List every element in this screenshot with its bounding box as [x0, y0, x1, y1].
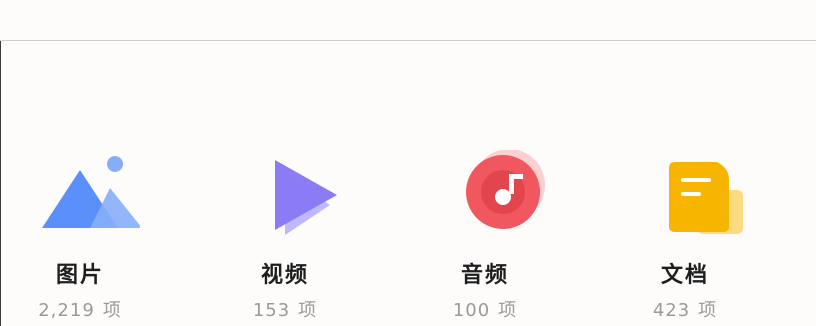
- count-value: 423: [652, 300, 691, 321]
- count-unit: 项: [498, 300, 518, 321]
- count-value: 2,219: [38, 300, 95, 321]
- image-icon: [0, 150, 160, 240]
- video-play-icon: [205, 150, 365, 240]
- category-audio[interactable]: 音频 100 项: [405, 150, 565, 326]
- music-disc-icon: [405, 150, 565, 240]
- category-count: 423 项: [605, 296, 765, 322]
- count-unit: 项: [298, 300, 318, 321]
- category-videos[interactable]: 视频 153 项: [205, 150, 365, 326]
- category-count: 153 项: [205, 296, 365, 322]
- count-unit: 项: [698, 300, 718, 321]
- category-images[interactable]: 图片 2,219 项: [0, 150, 160, 326]
- category-label: 音频: [460, 262, 509, 288]
- category-documents[interactable]: 文档 423 项: [605, 150, 765, 326]
- document-icon: [605, 150, 765, 240]
- file-categories-panel: 图片 2,219 项 视频 153 项 音频 100 项 文档 423 项: [0, 0, 816, 326]
- category-label: 图片: [55, 262, 104, 288]
- count-unit: 项: [102, 300, 122, 321]
- category-count: 2,219 项: [0, 296, 160, 322]
- count-value: 100: [452, 300, 491, 321]
- category-count: 100 项: [405, 296, 565, 322]
- category-label: 文档: [660, 262, 709, 288]
- count-value: 153: [252, 300, 291, 321]
- top-divider: [0, 40, 816, 41]
- category-label: 视频: [260, 262, 309, 288]
